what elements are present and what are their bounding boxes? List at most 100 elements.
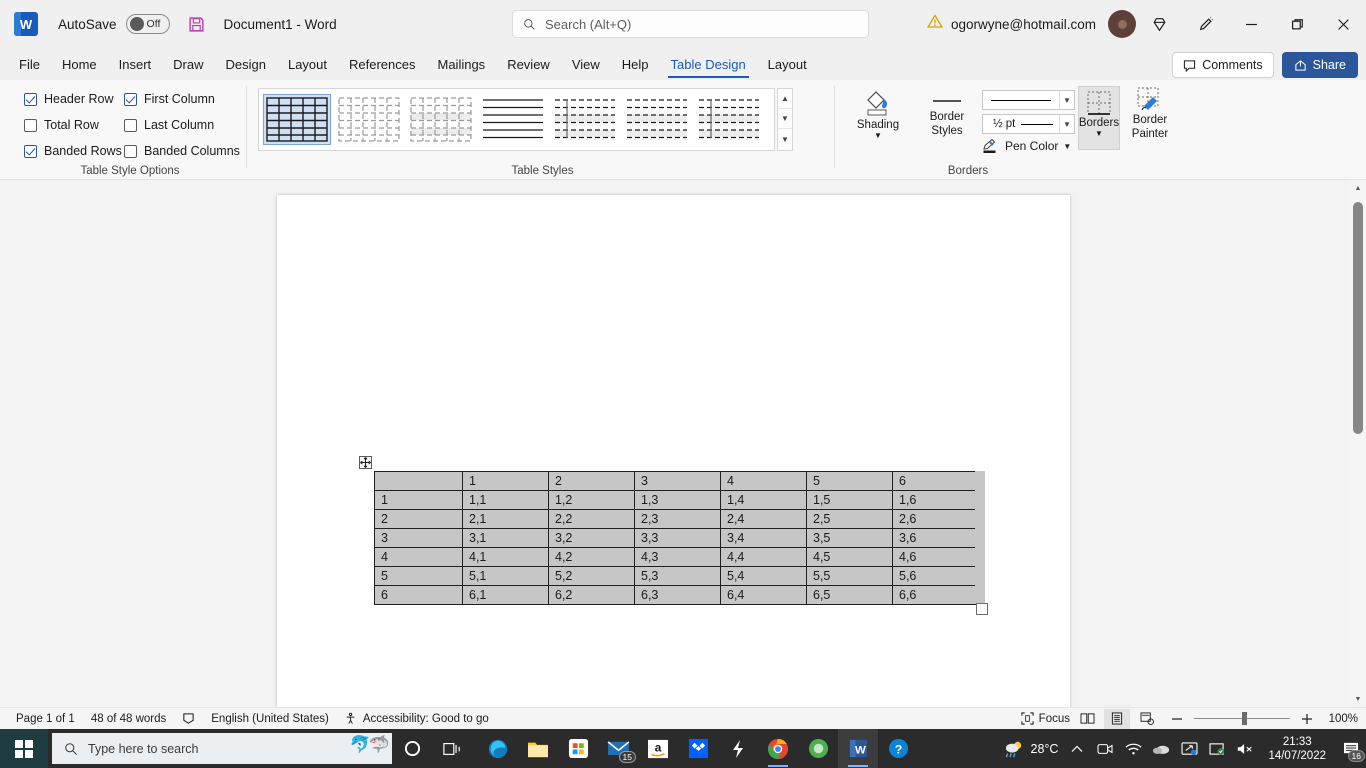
- tab-insert[interactable]: Insert: [108, 50, 163, 80]
- tab-layout[interactable]: Layout: [277, 50, 338, 80]
- checkbox-header-row[interactable]: Header Row: [24, 86, 122, 112]
- windows-start-icon[interactable]: [0, 729, 48, 768]
- diamond-icon[interactable]: [1136, 0, 1182, 48]
- tab-table-layout[interactable]: Layout: [757, 50, 818, 80]
- tab-review[interactable]: Review: [496, 50, 561, 80]
- tab-references[interactable]: References: [338, 50, 426, 80]
- table-style-thumbnail[interactable]: [263, 94, 331, 145]
- checkbox-last-column[interactable]: Last Column: [124, 112, 240, 138]
- banded-columns-checkbox-box[interactable]: [124, 144, 137, 158]
- table-header-cell[interactable]: 1: [462, 471, 549, 491]
- display-share-icon[interactable]: [1176, 729, 1202, 768]
- scroll-down-arrow-icon[interactable]: ▼: [1350, 691, 1366, 707]
- scroll-up-arrow-icon[interactable]: ▲: [1350, 180, 1366, 196]
- chevron-down-icon[interactable]: ▼: [874, 131, 882, 140]
- line-weight-dropdown[interactable]: ½ pt ▼: [982, 114, 1075, 134]
- table-style-thumbnail[interactable]: [335, 94, 403, 145]
- table-cell[interactable]: 4,1: [462, 547, 549, 567]
- scrollbar-thumb[interactable]: [1353, 202, 1363, 434]
- restore-icon[interactable]: [1274, 0, 1320, 48]
- table-cell[interactable]: 2,1: [462, 509, 549, 529]
- proofing-icon[interactable]: [182, 712, 195, 725]
- edge-icon[interactable]: [478, 729, 518, 768]
- borders-button[interactable]: Borders ▼: [1078, 86, 1120, 150]
- total-row-checkbox-box[interactable]: [24, 118, 37, 132]
- microsoft-store-icon[interactable]: [558, 729, 598, 768]
- table-cell[interactable]: 6,5: [806, 585, 893, 605]
- table-cell[interactable]: 5: [374, 566, 463, 586]
- amazon-icon[interactable]: a: [638, 729, 678, 768]
- autosave-toggle[interactable]: Off: [125, 14, 170, 34]
- search-input[interactable]: Search (Alt+Q): [512, 10, 869, 38]
- table-cell[interactable]: 6,2: [548, 585, 635, 605]
- table-cell[interactable]: 5,6: [892, 566, 979, 586]
- weather-widget[interactable]: 28°C: [1003, 740, 1058, 758]
- help-icon[interactable]: ?: [878, 729, 918, 768]
- language-status[interactable]: English (United States): [211, 713, 329, 725]
- focus-button[interactable]: Focus: [1021, 712, 1070, 725]
- zoom-in-icon[interactable]: [1294, 709, 1320, 729]
- comments-button[interactable]: Comments: [1172, 52, 1274, 78]
- table-styles-gallery[interactable]: [258, 88, 775, 151]
- account-email[interactable]: ogorwyne@hotmail.com: [951, 17, 1096, 32]
- table-cell[interactable]: 6,4: [720, 585, 807, 605]
- table-style-thumbnail[interactable]: [623, 94, 691, 145]
- table-cell[interactable]: 5,2: [548, 566, 635, 586]
- chevron-down-icon[interactable]: ▼: [1059, 115, 1074, 133]
- show-hidden-icons-icon[interactable]: [1064, 729, 1090, 768]
- zoom-level[interactable]: 100%: [1324, 713, 1358, 725]
- vertical-scrollbar[interactable]: ▲ ▼: [1350, 180, 1366, 707]
- table-cell[interactable]: 4,2: [548, 547, 635, 567]
- document-canvas[interactable]: 1 2 3 4 5 6 1 1,1 1,2 1,3 1,4 1,5 1,6 2 …: [0, 180, 1366, 707]
- table-style-thumbnail[interactable]: [479, 94, 547, 145]
- accessibility-status[interactable]: Accessibility: Good to go: [345, 712, 489, 725]
- page-info[interactable]: Page 1 of 1: [16, 713, 75, 725]
- tab-design[interactable]: Design: [215, 50, 277, 80]
- header-row-checkbox-box[interactable]: [24, 92, 37, 106]
- document-table[interactable]: 1 2 3 4 5 6 1 1,1 1,2 1,3 1,4 1,5 1,6 2 …: [374, 471, 979, 605]
- taskbar-search-input[interactable]: Type here to search 🐬🦈: [52, 733, 392, 764]
- tab-draw[interactable]: Draw: [162, 50, 214, 80]
- checkbox-first-column[interactable]: First Column: [124, 86, 240, 112]
- checkbox-banded-columns[interactable]: Banded Columns: [124, 138, 240, 164]
- table-cell[interactable]: 3,3: [634, 528, 721, 548]
- table-cell[interactable]: 6,3: [634, 585, 721, 605]
- gallery-more-icon[interactable]: ▼: [778, 129, 792, 149]
- pen-color-button[interactable]: Pen Color ▼: [982, 138, 1071, 154]
- table-cell[interactable]: 5,1: [462, 566, 549, 586]
- tab-file[interactable]: File: [8, 50, 51, 80]
- shading-button[interactable]: Shading ▼: [850, 88, 906, 152]
- green-app-icon[interactable]: [798, 729, 838, 768]
- table-cell[interactable]: 2,3: [634, 509, 721, 529]
- table-cell[interactable]: 3,4: [720, 528, 807, 548]
- table-cell[interactable]: 1,1: [462, 490, 549, 510]
- table-cell[interactable]: 5,3: [634, 566, 721, 586]
- table-style-thumbnail[interactable]: [551, 94, 619, 145]
- gallery-scrollbar[interactable]: ▲ ▼ ▼: [777, 88, 793, 151]
- green-shield-icon[interactable]: [1204, 729, 1230, 768]
- shortcut-app-icon[interactable]: [718, 729, 758, 768]
- wifi-icon[interactable]: [1120, 729, 1146, 768]
- table-cell[interactable]: 4,4: [720, 547, 807, 567]
- table-cell[interactable]: 2,5: [806, 509, 893, 529]
- volume-muted-icon[interactable]: [1232, 729, 1258, 768]
- dropbox-icon[interactable]: [678, 729, 718, 768]
- table-resize-handle-icon[interactable]: [976, 603, 988, 615]
- word-taskbar-icon[interactable]: W: [838, 729, 878, 768]
- table-cell[interactable]: 6,6: [892, 585, 979, 605]
- table-header-cell[interactable]: 6: [892, 471, 979, 491]
- table-cell[interactable]: 6: [374, 585, 463, 605]
- mail-icon[interactable]: 15: [598, 729, 638, 768]
- table-cell[interactable]: 4,6: [892, 547, 979, 567]
- camera-icon[interactable]: [1092, 729, 1118, 768]
- tab-view[interactable]: View: [561, 50, 611, 80]
- table-cell[interactable]: 1,5: [806, 490, 893, 510]
- table-cell[interactable]: 3,5: [806, 528, 893, 548]
- scroll-down-icon[interactable]: ▼: [778, 109, 792, 129]
- table-cell[interactable]: 1: [374, 490, 463, 510]
- table-cell[interactable]: 3: [374, 528, 463, 548]
- checkbox-total-row[interactable]: Total Row: [24, 112, 122, 138]
- border-painter-button[interactable]: Border Painter: [1124, 86, 1176, 150]
- tab-help[interactable]: Help: [611, 50, 660, 80]
- table-move-handle-icon[interactable]: [359, 456, 372, 469]
